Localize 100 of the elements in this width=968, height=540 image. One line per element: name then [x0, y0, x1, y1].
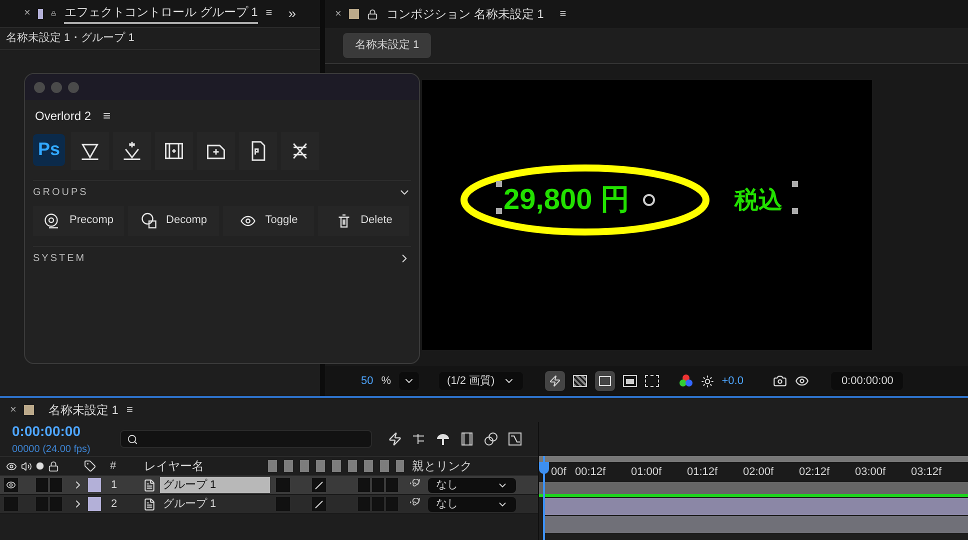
column-header: #	[110, 458, 118, 474]
shy-layer-icon[interactable]	[436, 432, 450, 446]
tool-button[interactable]	[71, 132, 109, 170]
tool-button[interactable]	[197, 132, 235, 170]
switch-toggle[interactable]	[386, 478, 398, 492]
exposure-value[interactable]: +0.0	[722, 372, 744, 390]
lightning-icon[interactable]	[388, 432, 402, 446]
anchor-point-icon[interactable]	[642, 194, 654, 206]
group-action-button[interactable]: Precomp	[33, 206, 124, 236]
search-field[interactable]	[120, 430, 372, 448]
resolution-dropdown[interactable]: (1/2 画質)	[439, 372, 523, 390]
file-icon	[143, 478, 156, 492]
tool-button[interactable]	[281, 132, 319, 170]
fast-preview-icon[interactable]	[544, 371, 565, 391]
ruler-label: 03:00f	[855, 464, 887, 480]
timecode-display[interactable]: 0:00:00:00	[12, 421, 120, 442]
group-action-button[interactable]: Decomp	[128, 206, 219, 236]
solo-column-icon	[36, 462, 44, 470]
plugin-title: Overlord 2	[35, 108, 92, 125]
composition-tab[interactable]: 名称未設定 1	[343, 33, 432, 58]
selection-handle[interactable]	[792, 181, 798, 187]
switch-toggle[interactable]	[386, 497, 398, 511]
show-snapshot-icon[interactable]	[795, 374, 810, 388]
film-strip-icon[interactable]	[460, 432, 474, 446]
frame-rate-label: 00000 (24.00 fps)	[12, 443, 92, 457]
ruler-label: 02:12f	[799, 464, 831, 480]
visibility-toggle[interactable]	[4, 478, 18, 492]
shy-switch[interactable]	[276, 478, 290, 492]
layer-number: 2	[111, 496, 118, 512]
more-panels-button[interactable]: »	[288, 3, 296, 24]
close-button[interactable]: ×	[10, 402, 16, 418]
layer-name[interactable]: グループ 1	[160, 476, 270, 494]
section-header[interactable]: GROUPS	[33, 184, 88, 200]
zoom-value[interactable]: 50	[361, 372, 374, 390]
close-button[interactable]: ×	[24, 5, 30, 22]
panel-menu-button[interactable]: ≡	[266, 5, 272, 22]
layer-row[interactable]: 1 グループ 1 なし	[0, 476, 538, 495]
section-header[interactable]: SYSTEM	[33, 250, 86, 266]
group-action-button[interactable]: Toggle	[223, 206, 314, 236]
price-text: 29,800 円	[504, 183, 630, 218]
tax-text: 税込	[734, 186, 782, 216]
percent-label: %	[381, 374, 392, 389]
switch-toggle[interactable]	[358, 478, 370, 492]
quality-switch[interactable]	[312, 497, 326, 511]
exposure-icon[interactable]	[700, 374, 714, 388]
layer-number: 1	[111, 478, 118, 493]
solo-toggle[interactable]	[36, 497, 48, 511]
plugin-menu-button[interactable]: ≡	[103, 106, 111, 126]
tool-button[interactable]	[239, 132, 277, 170]
panel-tab[interactable]: 名称未設定 1	[48, 401, 118, 419]
switch-toggle[interactable]	[372, 478, 384, 492]
ruler-label: 00:12f	[575, 464, 607, 480]
zoom-dropdown[interactable]	[399, 372, 420, 390]
label-swatch	[38, 8, 44, 18]
close-button[interactable]: ×	[335, 6, 342, 22]
parent-dropdown[interactable]: なし	[428, 478, 516, 492]
lock-toggle[interactable]	[50, 478, 62, 492]
audio-column-icon	[21, 460, 32, 472]
mask-toggle-icon[interactable]	[594, 371, 615, 391]
shy-switch[interactable]	[276, 497, 290, 511]
photoshop-button[interactable]: Ps	[33, 134, 65, 166]
visibility-column-icon	[6, 460, 17, 472]
switch-toggle[interactable]	[372, 497, 384, 511]
panel-menu-button[interactable]: ≡	[560, 6, 566, 22]
lock-icon[interactable]	[51, 8, 56, 19]
column-header: 親とリンク	[412, 458, 472, 475]
lock-column-icon	[48, 460, 59, 472]
layer-name[interactable]: グループ 1	[160, 496, 270, 512]
solo-toggle[interactable]	[36, 478, 48, 492]
tool-button[interactable]	[155, 132, 193, 170]
label-color-swatch[interactable]	[88, 497, 101, 511]
color-channels-icon[interactable]	[678, 374, 693, 388]
panel-menu-button[interactable]: ≡	[126, 402, 133, 418]
label-color-swatch[interactable]	[88, 478, 101, 492]
label-column-icon	[84, 460, 96, 472]
lock-toggle[interactable]	[50, 497, 62, 511]
selection-handle[interactable]	[496, 208, 502, 214]
tool-button[interactable]	[113, 132, 151, 170]
grid-icon[interactable]	[644, 375, 659, 387]
selection-handle[interactable]	[792, 208, 798, 214]
motion-blur-icon[interactable]	[484, 432, 498, 446]
ruler-label: 02:00f	[743, 464, 775, 480]
safe-margins-icon[interactable]	[622, 375, 637, 387]
selection-handle[interactable]	[496, 181, 502, 187]
graph-editor-icon[interactable]	[508, 432, 522, 446]
lock-icon[interactable]	[367, 8, 378, 20]
panel-tab[interactable]: コンポジション 名称未設定 1	[386, 5, 544, 23]
group-action-button[interactable]: Delete	[318, 206, 409, 236]
transparency-grid-icon[interactable]	[572, 375, 587, 387]
playhead-handle[interactable]	[539, 462, 549, 474]
current-time-field[interactable]: 0:00:00:00	[831, 372, 904, 390]
layer-row[interactable]: 2 グループ 1 なし	[0, 495, 538, 514]
sparkle-triangle-icon	[121, 140, 143, 162]
snapshot-icon[interactable]	[773, 374, 788, 388]
switch-toggle[interactable]	[358, 497, 370, 511]
quality-switch[interactable]	[312, 478, 326, 492]
node-tree-icon[interactable]	[412, 432, 426, 446]
visibility-toggle[interactable]	[4, 497, 18, 511]
parent-dropdown[interactable]: なし	[428, 496, 516, 512]
panel-tab[interactable]: エフェクトコントロール グループ 1	[64, 3, 258, 24]
